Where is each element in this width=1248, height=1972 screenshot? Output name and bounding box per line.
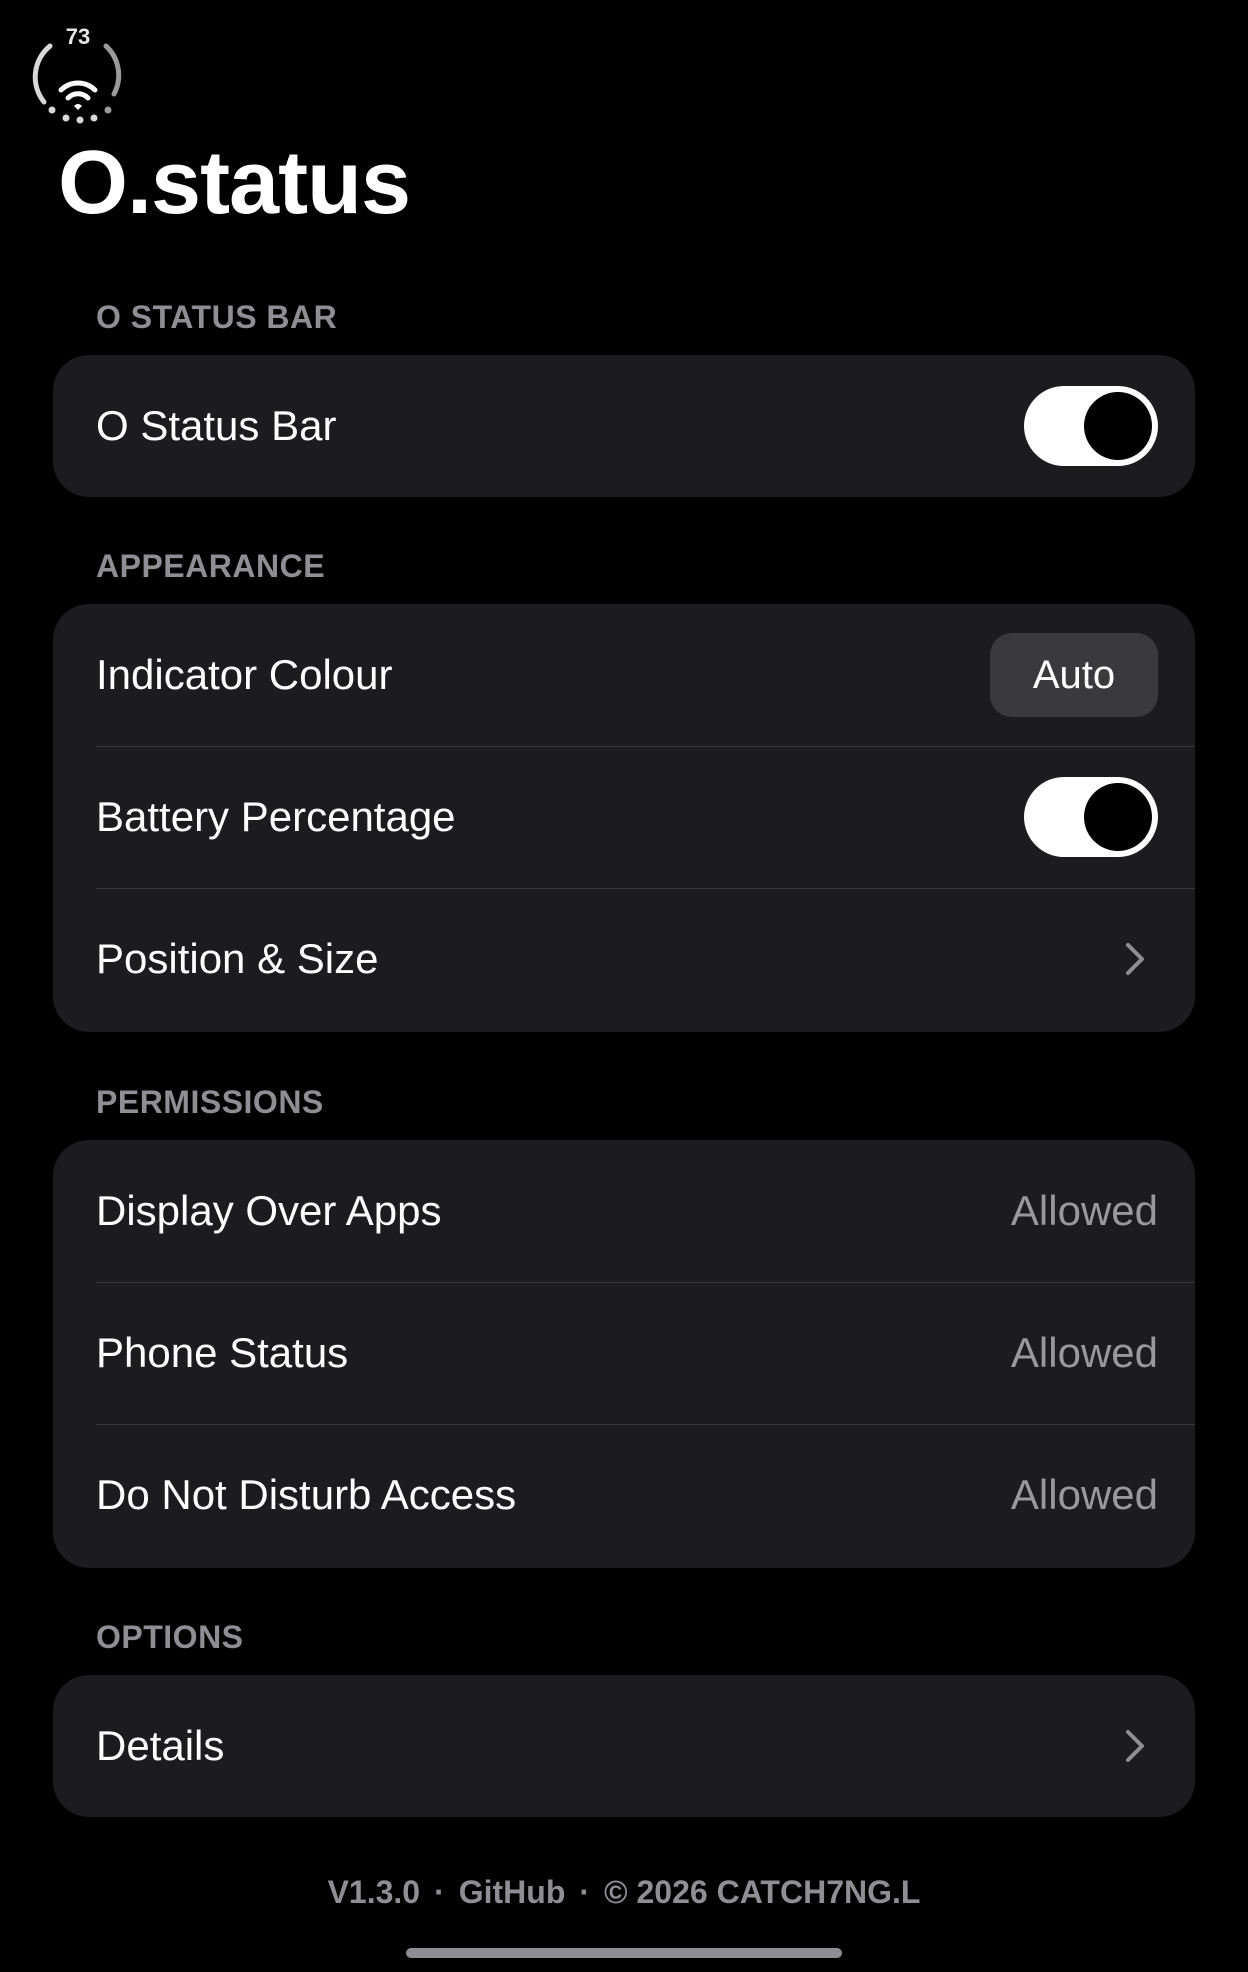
row-phone-status[interactable]: Phone Status Allowed	[53, 1282, 1195, 1424]
status-indicator: 73	[28, 24, 128, 128]
permission-status: Allowed	[1010, 1187, 1158, 1234]
row-display-over-apps[interactable]: Display Over Apps Allowed	[53, 1140, 1195, 1282]
battery-number: 73	[65, 24, 91, 49]
row-indicator-colour[interactable]: Indicator Colour Auto	[53, 604, 1195, 746]
battery-percentage-toggle[interactable]	[1024, 777, 1158, 857]
card-options: Details	[53, 1675, 1195, 1817]
home-indicator[interactable]	[406, 1948, 842, 1958]
row-label: Do Not Disturb Access	[96, 1471, 517, 1518]
toggle-knob	[1084, 392, 1152, 460]
row-position-size[interactable]: Position & Size	[53, 888, 1195, 1030]
permission-status: Allowed	[1010, 1329, 1158, 1376]
row-label: O Status Bar	[96, 402, 337, 449]
section-header-options: OPTIONS	[96, 1619, 244, 1655]
permission-status: Allowed	[1010, 1471, 1158, 1518]
app-title: O.status	[58, 133, 411, 233]
row-label: Position & Size	[96, 935, 379, 982]
row-battery-percentage[interactable]: Battery Percentage	[53, 746, 1195, 888]
github-link[interactable]: GitHub	[459, 1874, 566, 1910]
section-header-appearance: APPEARANCE	[96, 548, 326, 584]
row-label: Display Over Apps	[96, 1187, 442, 1234]
o-status-bar-toggle[interactable]	[1024, 386, 1158, 466]
copyright-label: © 2026 CATCH7NG.L	[604, 1874, 921, 1910]
wifi-icon	[58, 80, 98, 110]
footer: V1.3.0 · GitHub · © 2026 CATCH7NG.L	[0, 1872, 1248, 1912]
row-do-not-disturb-access[interactable]: Do Not Disturb Access Allowed	[53, 1424, 1195, 1566]
section-header-status-bar: O STATUS BAR	[96, 299, 338, 335]
card-appearance: Indicator Colour Auto Battery Percentage…	[53, 604, 1195, 1032]
indicator-colour-button[interactable]: Auto	[990, 633, 1158, 717]
section-header-permissions: PERMISSIONS	[96, 1084, 324, 1120]
footer-separator: ·	[434, 1874, 445, 1910]
row-details[interactable]: Details	[53, 1675, 1195, 1817]
card-permissions: Display Over Apps Allowed Phone Status A…	[53, 1140, 1195, 1568]
row-label: Indicator Colour	[96, 651, 393, 698]
card-status-bar: O Status Bar	[53, 355, 1195, 497]
chevron-right-icon	[1122, 939, 1148, 979]
version-label: V1.3.0	[327, 1874, 421, 1910]
row-label: Battery Percentage	[96, 793, 456, 840]
row-o-status-bar[interactable]: O Status Bar	[53, 355, 1195, 497]
row-label: Details	[96, 1722, 225, 1769]
row-label: Phone Status	[96, 1329, 349, 1376]
toggle-knob	[1084, 783, 1152, 851]
footer-separator: ·	[579, 1874, 591, 1910]
chevron-right-icon	[1122, 1726, 1148, 1766]
